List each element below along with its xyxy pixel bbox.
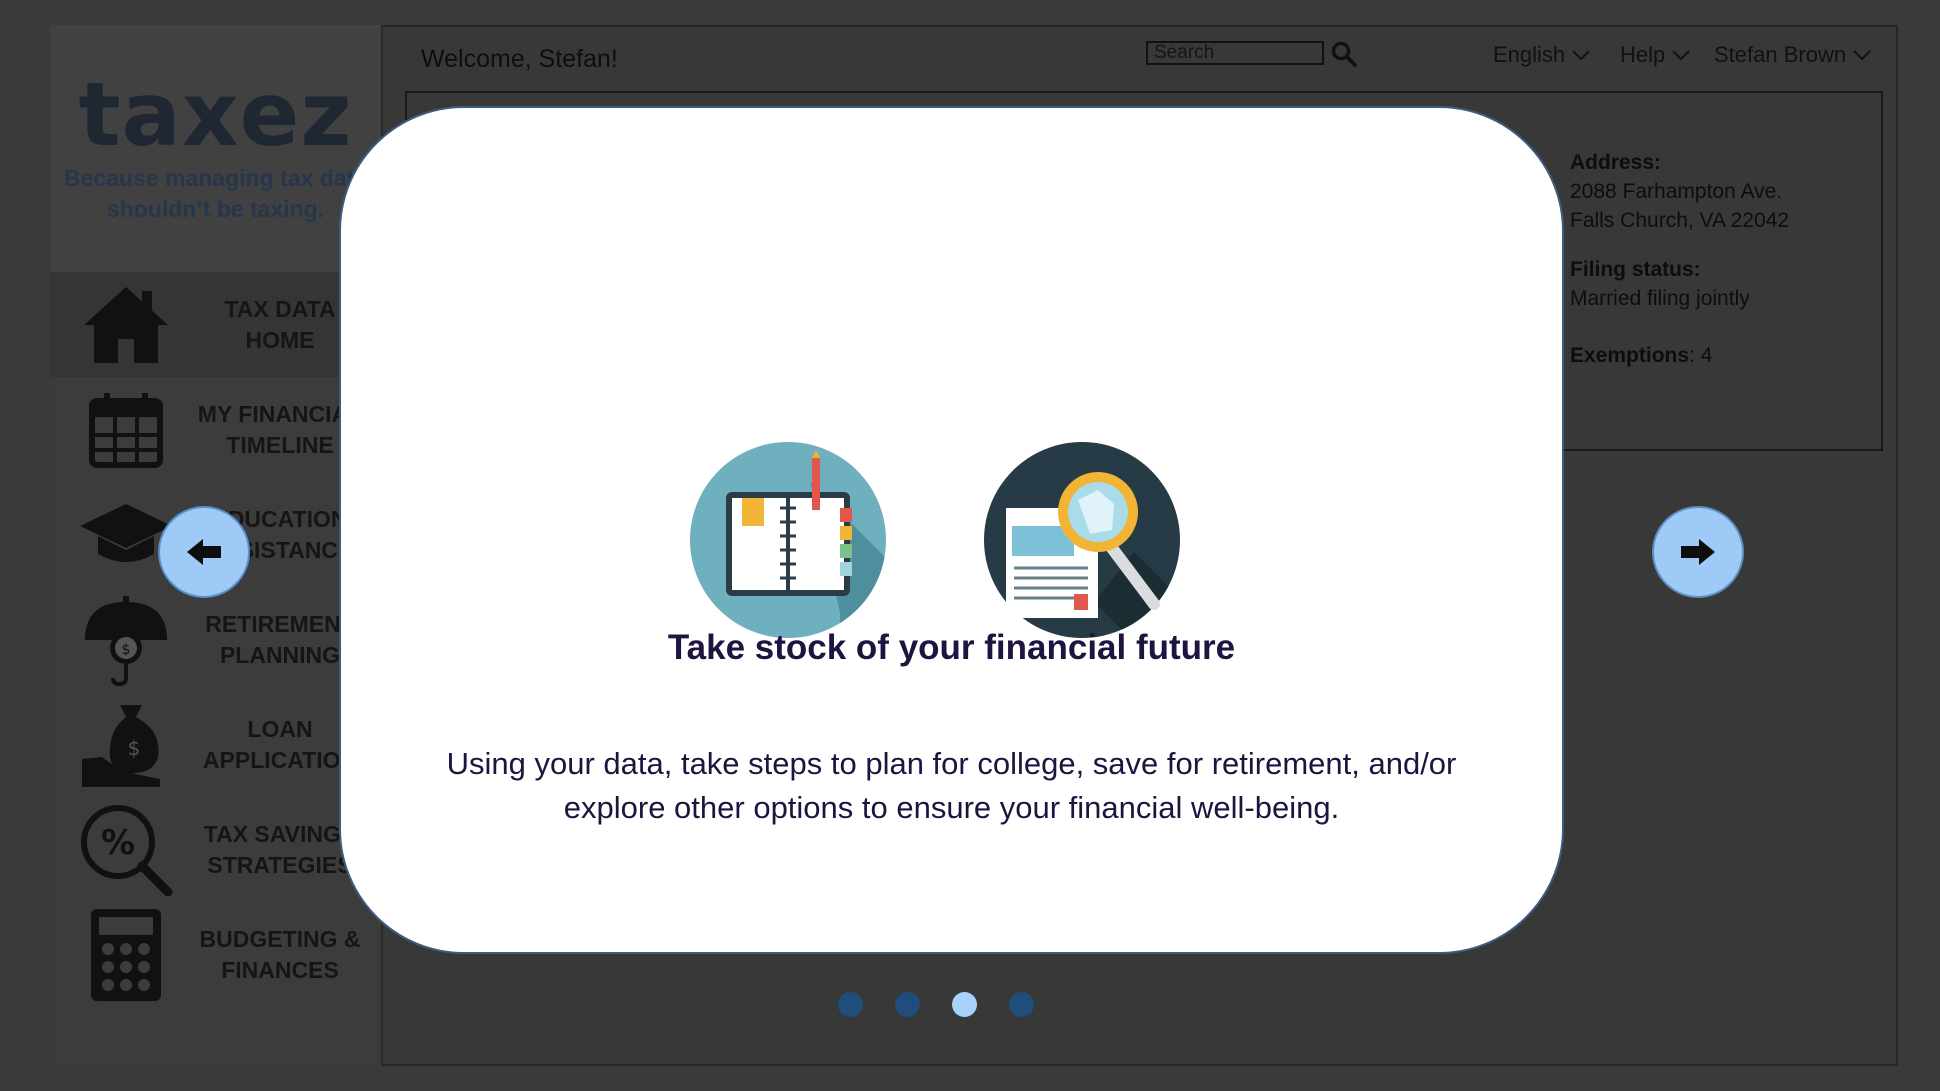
user-menu[interactable]: Stefan Brown	[1714, 42, 1872, 68]
exemptions-label: Exemptions	[1570, 344, 1690, 367]
language-dropdown[interactable]: English	[1493, 42, 1591, 68]
umbrella-money-icon: $	[78, 595, 174, 686]
profile-info: Address: 2088 Farhampton Ave. Falls Chur…	[1570, 148, 1789, 370]
user-name: Stefan Brown	[1714, 42, 1847, 67]
svg-text:$: $	[122, 642, 131, 658]
arrow-right-icon	[1681, 539, 1715, 565]
filing-status-label: Filing status:	[1570, 258, 1701, 281]
sidebar-item-loan-application[interactable]: $ LOAN APPLICATION	[50, 692, 381, 797]
arrow-left-icon	[187, 539, 221, 565]
address-label: Address:	[1570, 151, 1662, 174]
carousel-dot-1[interactable]	[838, 992, 863, 1017]
search-icon[interactable]	[1331, 41, 1357, 72]
chevron-down-icon	[1853, 50, 1871, 61]
carousel-dot-3[interactable]	[952, 992, 977, 1017]
svg-text:%: %	[101, 823, 135, 863]
house-icon	[78, 280, 174, 370]
calendar-icon	[78, 385, 174, 475]
carousel-pagination	[838, 992, 1034, 1017]
onboarding-modal: Take stock of your financial future Usin…	[339, 106, 1564, 954]
sidebar-item-retirement-planning[interactable]: $ RETIREMENT PLANNING	[50, 587, 381, 692]
language-label: English	[1493, 42, 1566, 67]
address-line-2: Falls Church, VA 22042	[1570, 209, 1790, 232]
help-label: Help	[1620, 42, 1666, 67]
calculator-icon	[78, 909, 174, 1001]
carousel-dot-2[interactable]	[895, 992, 920, 1017]
sidebar-item-budgeting-finances[interactable]: BUDGETING & FINANCES	[50, 902, 381, 1007]
chevron-down-icon	[1572, 50, 1590, 61]
document-magnifier-icon	[984, 442, 1180, 638]
filing-status-value: Married filing jointly	[1570, 287, 1750, 310]
notebook-icon	[690, 442, 886, 638]
money-bag-hand-icon: $	[78, 700, 174, 790]
svg-text:$: $	[128, 736, 141, 760]
modal-title: Take stock of your financial future	[667, 628, 1236, 667]
previous-button[interactable]	[158, 506, 250, 598]
percent-magnifier-icon: %	[78, 805, 174, 897]
modal-body: Using your data, take steps to plan for …	[446, 746, 1457, 825]
carousel-dot-4[interactable]	[1009, 992, 1034, 1017]
search-input[interactable]: Search	[1146, 41, 1324, 65]
app-logo[interactable]: taxez	[50, 63, 381, 166]
top-bar: Welcome, Stefan! Search English Help Ste…	[383, 25, 1898, 87]
sidebar-item-label: BUDGETING & FINANCES	[199, 926, 361, 983]
address-line-1: 2088 Farhampton Ave.	[1570, 180, 1783, 203]
sidebar-item-tax-data-home[interactable]: TAX DATA HOME	[50, 272, 381, 377]
tagline: Because managing tax data shouldn’t be t…	[64, 165, 367, 222]
sidebar-item-tax-savings-strategies[interactable]: % TAX SAVINGS STRATEGIES	[50, 797, 381, 902]
welcome-message: Welcome, Stefan!	[421, 45, 618, 73]
brand-panel: taxez Because managing tax data shouldn’…	[50, 25, 381, 272]
exemptions-value: : 4	[1689, 344, 1713, 367]
next-button[interactable]	[1652, 506, 1744, 598]
chevron-down-icon	[1672, 50, 1690, 61]
sidebar-item-financial-timeline[interactable]: MY FINANCIAL TIMELINE	[50, 377, 381, 482]
help-dropdown[interactable]: Help	[1620, 42, 1691, 68]
